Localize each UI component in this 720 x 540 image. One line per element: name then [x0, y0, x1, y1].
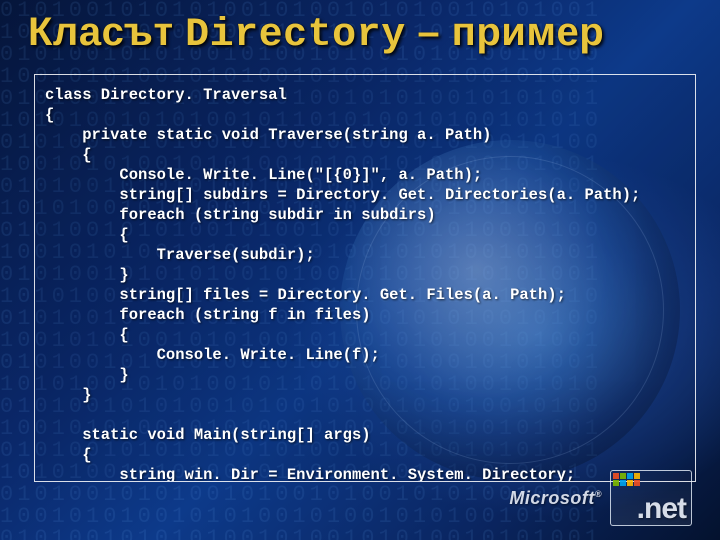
title-suffix: – пример	[406, 10, 604, 54]
title-code-word: Directory	[185, 13, 406, 58]
code-block-frame: class Directory. Traversal { private sta…	[34, 74, 696, 482]
logo-company-name: Microsoft	[509, 488, 595, 508]
logo-company-text: Microsoft®	[509, 488, 602, 509]
slide: 01010010101010010100101010010101001 1010…	[0, 0, 720, 540]
title-prefix: Класът	[28, 10, 185, 54]
logo-product-text: .net	[616, 496, 686, 522]
code-listing: class Directory. Traversal { private sta…	[45, 85, 687, 482]
slide-title: Класът Directory – пример	[28, 10, 700, 58]
registered-trademark-icon: ®	[595, 489, 602, 499]
